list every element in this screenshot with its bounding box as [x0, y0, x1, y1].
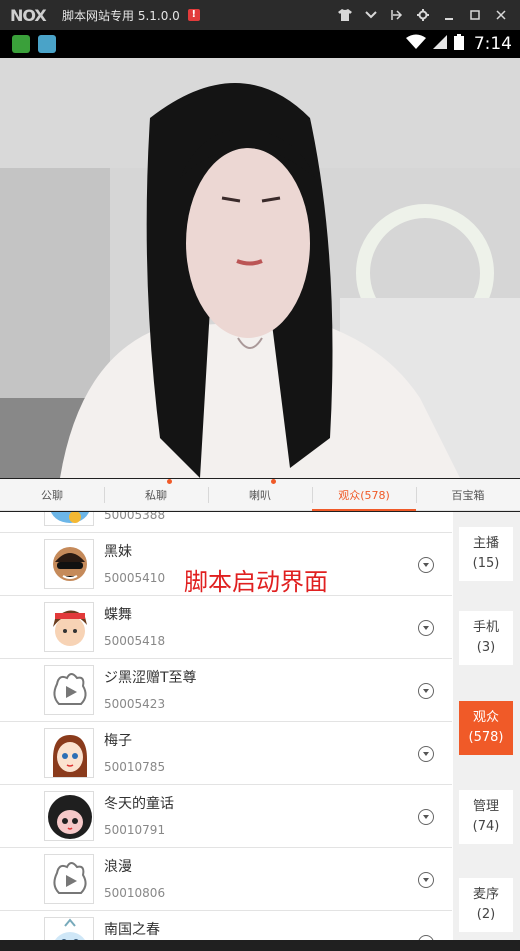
tab-label: 私聊	[145, 488, 167, 502]
side-tab-label: 麦序	[472, 887, 499, 902]
battery-icon	[453, 34, 464, 54]
side-tab-mobile[interactable]: 手机 (3)	[459, 611, 513, 665]
emulator-window: NOX 脚本网站专用 5.1.0.0 ! 7:14 公聊 私聊 喇叭 观众(57…	[0, 0, 520, 951]
list-item[interactable]: 浪漫 50010806	[0, 848, 452, 911]
avatar	[44, 512, 94, 526]
chevron-down-icon[interactable]	[358, 0, 384, 30]
signal-icon	[432, 34, 448, 54]
emulator-title-bar: NOX 脚本网站专用 5.1.0.0 !	[0, 0, 520, 30]
side-tab-count: (3)	[476, 640, 496, 655]
user-name: ジ黑涩赠T至尊	[104, 670, 197, 686]
window-controls	[332, 0, 514, 30]
alert-badge[interactable]: !	[187, 9, 200, 21]
list-item[interactable]: 50005388	[0, 512, 452, 533]
side-tab-label: 主播	[472, 536, 499, 551]
tab-label: 观众(578)	[338, 488, 390, 502]
tab-label: 喇叭	[249, 488, 271, 502]
room-tab-bar: 公聊 私聊 喇叭 观众(578) 百宝箱	[0, 479, 520, 511]
minimize-icon[interactable]	[436, 0, 462, 30]
script-overlay-text: 脚本启动界面	[184, 568, 328, 596]
avatar	[44, 602, 94, 652]
tab-public-chat[interactable]: 公聊	[0, 479, 104, 510]
close-icon[interactable]	[488, 0, 514, 30]
avatar	[44, 539, 94, 589]
wifi-icon	[405, 34, 426, 54]
unread-dot	[271, 479, 276, 484]
user-name: 南国之春	[104, 922, 160, 938]
user-id: 50010785	[104, 760, 166, 774]
list-item[interactable]: ジ黑涩赠T至尊 50005423	[0, 659, 452, 722]
side-tab-count: (15)	[472, 556, 500, 571]
side-tab-label: 手机	[472, 620, 499, 635]
side-tab-count: (74)	[472, 819, 500, 834]
shirt-icon[interactable]	[332, 0, 358, 30]
avatar	[44, 665, 94, 715]
user-id: 50005423	[104, 697, 166, 711]
clock: 7:14	[473, 34, 512, 54]
expand-icon[interactable]	[418, 620, 434, 636]
tab-label: 百宝箱	[451, 488, 485, 502]
side-tab-label: 管理	[472, 799, 499, 814]
emulator-title: 脚本网站专用 5.1.0.0	[62, 8, 180, 23]
unread-dot	[167, 479, 172, 484]
app-notification-icon	[38, 35, 56, 53]
user-id: 50005410	[104, 571, 166, 585]
avatar	[44, 791, 94, 841]
tab-speaker[interactable]: 喇叭	[208, 479, 312, 510]
expand-icon[interactable]	[418, 746, 434, 762]
side-tab-audience[interactable]: 观众 (578)	[459, 701, 513, 755]
video-frame-image	[0, 58, 520, 478]
tab-audience[interactable]: 观众(578)	[312, 479, 416, 511]
side-tab-mic-queue[interactable]: 麦序 (2)	[459, 878, 513, 932]
audience-panel: 50005388 黑妹 50005410 脚本启动界面 蝶舞 50005418	[0, 512, 520, 951]
gear-icon[interactable]	[410, 0, 436, 30]
side-tab-count: (578)	[468, 730, 504, 745]
list-item[interactable]: 黑妹 50005410 脚本启动界面	[0, 533, 452, 596]
user-name: 冬天的童话	[104, 796, 174, 812]
audience-category-sidebar: 主播 (15) 手机 (3) 观众 (578) 管理 (74) 麦序 (2)	[453, 512, 520, 951]
list-item[interactable]: 蝶舞 50005418	[0, 596, 452, 659]
side-tab-count: (2)	[476, 907, 496, 922]
side-tab-host[interactable]: 主播 (15)	[459, 527, 513, 581]
user-id: 50010806	[104, 886, 166, 900]
user-name: 梅子	[104, 733, 132, 749]
tab-treasure-box[interactable]: 百宝箱	[416, 479, 520, 510]
user-id: 50010791	[104, 823, 166, 837]
avatar	[44, 854, 94, 904]
side-tab-label: 观众	[472, 710, 499, 725]
android-notification-icon	[12, 35, 30, 53]
live-video[interactable]	[0, 58, 520, 478]
tab-label: 公聊	[41, 488, 63, 502]
expand-icon[interactable]	[418, 557, 434, 573]
maximize-icon[interactable]	[462, 0, 488, 30]
list-item[interactable]: 梅子 50010785	[0, 722, 452, 785]
status-icons: 7:14	[405, 30, 512, 58]
pin-icon[interactable]	[384, 0, 410, 30]
user-name: 浪漫	[104, 859, 132, 875]
user-name: 黑妹	[104, 544, 132, 560]
nox-logo: NOX	[10, 5, 47, 25]
user-id: 50005418	[104, 634, 166, 648]
expand-icon[interactable]	[418, 872, 434, 888]
expand-icon[interactable]	[418, 683, 434, 699]
bottom-frame-edge	[0, 940, 520, 951]
user-name: 蝶舞	[104, 607, 132, 623]
tab-private-chat[interactable]: 私聊	[104, 479, 208, 510]
avatar	[44, 728, 94, 778]
expand-icon[interactable]	[418, 809, 434, 825]
user-id: 50005388	[104, 512, 166, 522]
android-status-bar: 7:14	[0, 30, 520, 58]
audience-list[interactable]: 50005388 黑妹 50005410 脚本启动界面 蝶舞 50005418	[0, 512, 452, 951]
side-tab-admin[interactable]: 管理 (74)	[459, 790, 513, 844]
list-item[interactable]: 冬天的童话 50010791	[0, 785, 452, 848]
